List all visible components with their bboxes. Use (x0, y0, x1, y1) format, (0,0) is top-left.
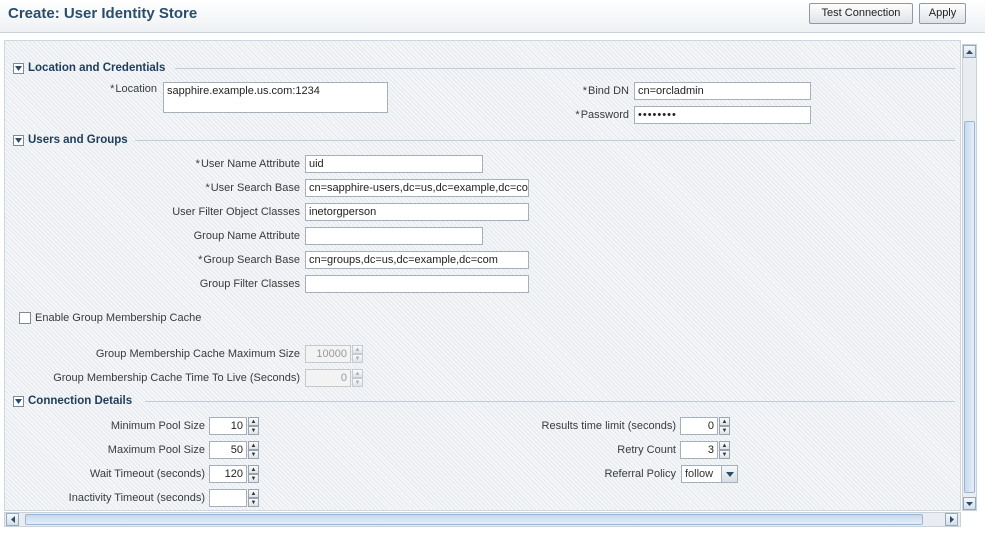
results-time-limit-input[interactable]: 0 (680, 417, 718, 435)
cache-ttl-input: 0 (305, 369, 351, 387)
spin-up-icon: ▲ (352, 369, 363, 378)
vertical-scrollbar[interactable] (962, 44, 977, 511)
spin-down-icon[interactable]: ▼ (719, 426, 730, 435)
max-pool-size-stepper[interactable]: ▲ ▼ (248, 441, 259, 459)
password-label: Password (525, 109, 629, 121)
inactivity-timeout-input[interactable] (209, 489, 247, 507)
disclose-chevron-icon[interactable] (13, 395, 24, 407)
max-pool-size-label: Maximum Pool Size (107, 444, 205, 456)
section-title: Connection Details (28, 395, 133, 407)
scroll-down-arrow-icon[interactable] (963, 497, 976, 510)
section-divider (175, 68, 955, 69)
spin-down-icon[interactable]: ▼ (248, 474, 259, 483)
page-title: Create: User Identity Store (8, 5, 198, 22)
enable-group-membership-cache-label[interactable]: Enable Group Membership Cache (35, 312, 201, 324)
spin-down-icon[interactable]: ▼ (248, 450, 259, 459)
spin-down-icon[interactable]: ▼ (248, 498, 259, 507)
min-pool-size-stepper[interactable]: ▲ ▼ (248, 417, 259, 435)
referral-policy-select[interactable]: follow (681, 465, 738, 483)
spin-up-icon[interactable]: ▲ (248, 441, 259, 450)
referral-policy-label: Referral Policy (604, 468, 676, 480)
scroll-left-arrow-icon[interactable] (6, 513, 19, 526)
enable-group-membership-cache-checkbox[interactable] (19, 312, 31, 324)
spin-down-icon: ▼ (352, 378, 363, 387)
bind-dn-label: Bind DN (525, 85, 629, 97)
user-filter-object-classes-input[interactable]: inetorgperson (305, 203, 529, 221)
wait-timeout-input[interactable]: 120 (209, 465, 247, 483)
scroll-right-arrow-icon[interactable] (945, 513, 958, 526)
retry-count-label: Retry Count (617, 444, 676, 456)
password-input[interactable]: •••••••• (634, 106, 811, 124)
spin-up-icon[interactable]: ▲ (248, 417, 259, 426)
group-filter-classes-input[interactable] (305, 275, 529, 293)
spin-up-icon[interactable]: ▲ (248, 465, 259, 474)
location-label: Location (65, 83, 157, 95)
chevron-down-icon[interactable] (721, 466, 737, 482)
group-name-attribute-input[interactable] (305, 227, 483, 245)
user-name-attribute-input[interactable]: uid (305, 155, 483, 173)
group-search-base-input[interactable]: cn=groups,dc=us,dc=example,dc=com (305, 251, 529, 269)
spin-down-icon[interactable]: ▼ (719, 450, 730, 459)
min-pool-size-label: Minimum Pool Size (110, 420, 205, 432)
scroll-up-arrow-icon[interactable] (963, 45, 976, 58)
location-input[interactable]: sapphire.example.us.com:1234 (163, 82, 388, 113)
retry-count-input[interactable]: 3 (680, 441, 718, 459)
results-time-limit-stepper[interactable]: ▲ ▼ (719, 417, 730, 435)
max-pool-size-input[interactable]: 50 (209, 441, 247, 459)
cache-ttl-stepper: ▲ ▼ (352, 369, 363, 387)
section-connection-details[interactable]: Connection Details (13, 392, 132, 410)
results-time-limit-label: Results time limit (seconds) (541, 420, 676, 432)
disclose-chevron-icon[interactable] (13, 134, 24, 146)
section-title: Location and Credentials (28, 62, 166, 74)
bind-dn-input[interactable]: cn=orcladmin (634, 82, 811, 100)
cache-max-size-stepper: ▲ ▼ (352, 345, 363, 363)
apply-button[interactable]: Apply (919, 3, 966, 24)
vertical-scroll-thumb[interactable] (964, 121, 975, 493)
form-content: Location and Credentials Location sapphi… (4, 40, 961, 511)
inactivity-timeout-stepper[interactable]: ▲ ▼ (248, 489, 259, 507)
wait-timeout-stepper[interactable]: ▲ ▼ (248, 465, 259, 483)
spin-down-icon: ▼ (352, 354, 363, 363)
section-location-credentials[interactable]: Location and Credentials (13, 59, 165, 77)
retry-count-stepper[interactable]: ▲ ▼ (719, 441, 730, 459)
cache-max-size-input: 10000 (305, 345, 351, 363)
user-search-base-label: User Search Base (45, 182, 300, 194)
group-name-attribute-label: Group Name Attribute (193, 230, 300, 242)
group-filter-classes-label: Group Filter Classes (199, 278, 300, 290)
cache-max-size-label: Group Membership Cache Maximum Size (95, 348, 300, 360)
spin-down-icon[interactable]: ▼ (248, 426, 259, 435)
test-connection-button[interactable]: Test Connection (809, 3, 913, 24)
disclose-chevron-icon[interactable] (13, 62, 24, 74)
section-users-groups[interactable]: Users and Groups (13, 131, 128, 149)
group-search-base-label: Group Search Base (45, 254, 300, 266)
section-divider (145, 401, 955, 402)
wait-timeout-label: Wait Timeout (seconds) (89, 468, 205, 480)
user-search-base-input[interactable]: cn=sapphire-users,dc=us,dc=example,dc=co… (305, 179, 529, 197)
spin-up-icon[interactable]: ▲ (719, 441, 730, 450)
horizontal-scrollbar[interactable] (4, 512, 961, 527)
spin-up-icon[interactable]: ▲ (719, 417, 730, 426)
page-header: Create: User Identity Store Test Connect… (0, 0, 985, 33)
section-divider (135, 140, 955, 141)
user-filter-object-classes-label: User Filter Object Classes (172, 206, 300, 218)
spin-up-icon[interactable]: ▲ (248, 489, 259, 498)
horizontal-scroll-thumb[interactable] (25, 514, 923, 525)
cache-ttl-label: Group Membership Cache Time To Live (Sec… (53, 372, 300, 384)
min-pool-size-input[interactable]: 10 (209, 417, 247, 435)
spin-up-icon: ▲ (352, 345, 363, 354)
user-name-attribute-label: User Name Attribute (45, 158, 300, 170)
inactivity-timeout-label: Inactivity Timeout (seconds) (68, 492, 205, 504)
section-title: Users and Groups (28, 134, 128, 146)
referral-policy-value: follow (685, 468, 714, 480)
